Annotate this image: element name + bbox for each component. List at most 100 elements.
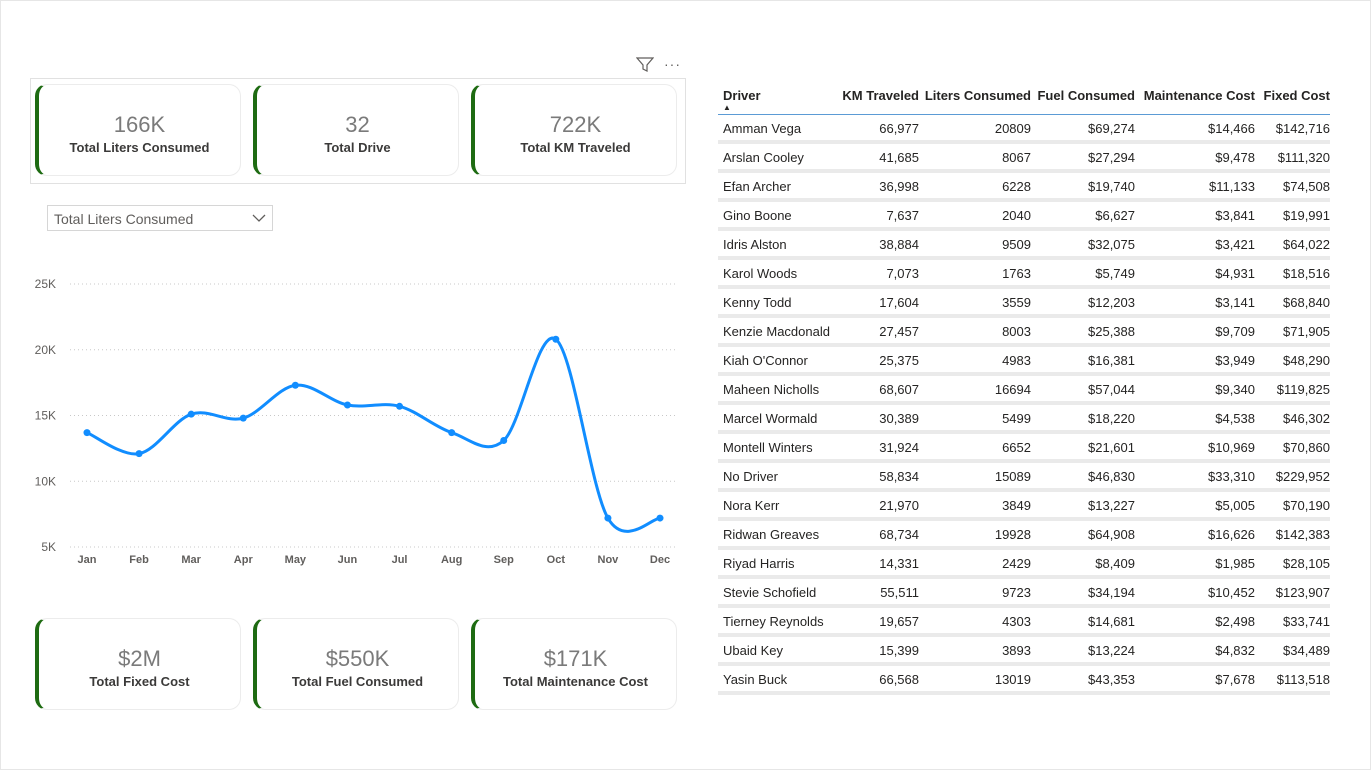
kpi-card-total-km[interactable]: 722K Total KM Traveled (471, 84, 677, 176)
x-tick-label: Oct (547, 554, 566, 566)
kpi-card-total-fixed-cost[interactable]: $2M Total Fixed Cost (35, 618, 241, 710)
data-point[interactable] (239, 414, 247, 422)
col-header-driver[interactable]: Driver (718, 84, 835, 103)
table-cell: $3,949 (1215, 353, 1255, 368)
filter-icon[interactable] (636, 57, 654, 73)
table-cell: 4303 (1002, 614, 1031, 629)
table-row[interactable]: Gino Boone 7,637 2040 $6,627 $3,841 $19,991 (718, 202, 1330, 231)
table-cell: Stevie Schofield (723, 585, 817, 600)
table-cell: $43,353 (1088, 672, 1135, 687)
data-point[interactable] (448, 429, 456, 437)
measure-dropdown[interactable]: Total Liters Consumed (47, 205, 273, 231)
table-cell: 3559 (1002, 295, 1031, 310)
table-cell: 6228 (1002, 179, 1031, 194)
data-point[interactable] (135, 450, 143, 458)
table-row[interactable]: Stevie Schofield 55,511 9723 $34,194 $10,452… (718, 579, 1330, 608)
table-row[interactable]: Amman Vega 66,977 20809 $69,274 $14,466 $142,… (718, 115, 1330, 144)
data-point[interactable] (500, 436, 508, 444)
series-line[interactable] (86, 336, 661, 533)
table-cell: 15,399 (879, 643, 919, 658)
data-point[interactable] (604, 514, 612, 522)
table-cell: Riyad Harris (723, 556, 795, 571)
table-row[interactable]: Yasin Buck 66,568 13019 $43,353 $7,678 $113,5… (718, 666, 1330, 695)
table-cell: $12,203 (1088, 295, 1135, 310)
table-cell: 25,375 (879, 353, 919, 368)
table-row[interactable]: Karol Woods 7,073 1763 $5,749 $4,931 $18,516 (718, 260, 1330, 289)
table-cell: $69,274 (1088, 121, 1135, 136)
x-tick-label: Aug (441, 554, 462, 566)
data-point[interactable] (396, 402, 404, 410)
table-cell: $4,931 (1215, 266, 1255, 281)
dropdown-selected-value: Total Liters Consumed (54, 211, 194, 227)
data-point[interactable] (656, 514, 664, 522)
table-cell: $9,478 (1215, 150, 1255, 165)
table-row[interactable]: Idris Alston 38,884 9509 $32,075 $3,421 $64,0… (718, 231, 1330, 260)
table-cell: Kenzie Macdonald (723, 324, 830, 339)
table-row[interactable]: No Driver 58,834 15089 $46,830 $33,310 $229,9… (718, 463, 1330, 492)
table-cell: $1,985 (1215, 556, 1255, 571)
table-cell: $18,516 (1283, 266, 1330, 281)
col-header-km[interactable]: KM Traveled (835, 84, 919, 103)
kpi-card-total-liters[interactable]: 166K Total Liters Consumed (35, 84, 241, 176)
sort-ascending-icon: ▲ (723, 103, 731, 112)
kpi-card-total-maintenance-cost[interactable]: $171K Total Maintenance Cost (471, 618, 677, 710)
table-cell: 17,604 (879, 295, 919, 310)
kpi-card-total-fuel-consumed[interactable]: $550K Total Fuel Consumed (253, 618, 459, 710)
more-options-icon[interactable]: ··· (664, 57, 681, 71)
table-cell: Maheen Nicholls (723, 382, 820, 397)
col-header-fixed[interactable]: Fixed Cost (1255, 84, 1330, 103)
table-cell: $25,388 (1088, 324, 1135, 339)
table-cell: $8,409 (1095, 556, 1135, 571)
table-cell: $64,908 (1088, 527, 1135, 542)
data-point[interactable] (83, 429, 91, 437)
data-point[interactable] (187, 410, 195, 418)
y-tick-label: 15K (35, 409, 56, 423)
x-tick-label: Sep (494, 554, 514, 566)
data-point[interactable] (291, 381, 299, 389)
table-row[interactable]: Tierney Reynolds 19,657 4303 $14,681 $2,498 $… (718, 608, 1330, 637)
table-row[interactable]: Maheen Nicholls 68,607 16694 $57,044 $9,340 $… (718, 376, 1330, 405)
table-cell: $10,969 (1208, 440, 1255, 455)
table-cell: Marcel Wormald (723, 411, 818, 426)
table-row[interactable]: Kenny Todd 17,604 3559 $12,203 $3,141 $68,840 (718, 289, 1330, 318)
y-tick-label: 25K (35, 277, 56, 291)
table-row[interactable]: Ridwan Greaves 68,734 19928 $64,908 $16,626 $… (718, 521, 1330, 550)
driver-table: Driver KM Traveled Liters Consumed Fuel … (718, 84, 1330, 695)
table-cell: $33,741 (1283, 614, 1330, 629)
table-row[interactable]: Riyad Harris 14,331 2429 $8,409 $1,985 $28,10… (718, 550, 1330, 579)
table-cell: 36,998 (879, 179, 919, 194)
col-header-liters[interactable]: Liters Consumed (919, 84, 1031, 103)
table-row[interactable]: Ubaid Key 15,399 3893 $13,224 $4,832 $34,489 (718, 637, 1330, 666)
table-row[interactable]: Kenzie Macdonald 27,457 8003 $25,388 $9,709 $… (718, 318, 1330, 347)
table-cell: 19,657 (879, 614, 919, 629)
table-cell: 68,607 (879, 382, 919, 397)
table-row[interactable]: Efan Archer 36,998 6228 $19,740 $11,133 $74,5… (718, 173, 1330, 202)
y-tick-label: 10K (35, 474, 56, 488)
monthly-line-chart[interactable]: 5K 10K 15K 20K 25K Jan Feb Mar Apr May Jun Jul Aug Se… (30, 270, 690, 580)
table-row[interactable]: Arslan Cooley 41,685 8067 $27,294 $9,478 $111… (718, 144, 1330, 173)
x-tick-label: May (285, 554, 307, 566)
data-point[interactable] (343, 401, 351, 409)
kpi-card-total-drive[interactable]: 32 Total Drive (253, 84, 459, 176)
table-cell: $27,294 (1088, 150, 1135, 165)
table-row[interactable]: Marcel Wormald 30,389 5499 $18,220 $4,538 $46… (718, 405, 1330, 434)
table-cell: $34,194 (1088, 585, 1135, 600)
table-cell: 15089 (994, 469, 1031, 484)
table-cell: 30,389 (879, 411, 919, 426)
table-header: Driver KM Traveled Liters Consumed Fuel … (718, 84, 1330, 115)
kpi-value: 722K (549, 112, 602, 137)
table-cell: 20809 (994, 121, 1031, 136)
table-cell: Kiah O'Connor (723, 353, 808, 368)
table-cell: $68,840 (1283, 295, 1330, 310)
table-row[interactable]: Montell Winters 31,924 6652 $21,601 $10,969 $… (718, 434, 1330, 463)
table-cell: 7,073 (886, 266, 919, 281)
data-point[interactable] (552, 335, 560, 343)
table-row[interactable]: Nora Kerr 21,970 3849 $13,227 $5,005 $70,190 (718, 492, 1330, 521)
col-header-maintenance[interactable]: Maintenance Cost (1135, 84, 1255, 103)
table-row[interactable]: Kiah O'Connor 25,375 4983 $16,381 $3,949 $48,… (718, 347, 1330, 376)
table-cell: $11,133 (1208, 179, 1255, 194)
table-cell: Ubaid Key (723, 643, 783, 658)
table-body: Amman Vega 66,977 20809 $69,274 $14,466 $142,… (718, 115, 1330, 695)
table-cell: $16,381 (1088, 353, 1135, 368)
col-header-fuel[interactable]: Fuel Consumed (1031, 84, 1135, 103)
